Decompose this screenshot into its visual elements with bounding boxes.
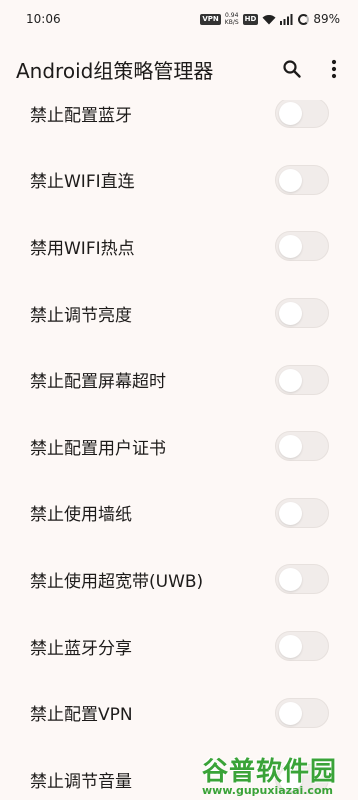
battery-icon xyxy=(298,13,310,25)
switch-knob xyxy=(279,302,302,326)
net-speed-indicator: 0.94 KB/S xyxy=(225,12,239,26)
toggle-switch[interactable] xyxy=(275,98,329,129)
toggle-switch[interactable] xyxy=(275,631,329,662)
signal-icon xyxy=(280,13,293,25)
toggle-switch[interactable] xyxy=(275,564,329,595)
switch-knob xyxy=(279,635,302,659)
status-icons: VPN 0.94 KB/S HD 89% xyxy=(200,12,340,26)
wifi-icon xyxy=(262,14,276,24)
list-item-wallpaper[interactable]: 禁止使用墙纸 xyxy=(0,480,358,547)
switch-knob xyxy=(279,435,302,459)
toggle-switch[interactable] xyxy=(275,231,329,262)
switch-knob xyxy=(279,102,302,126)
top-app-bar: Android组策略管理器 xyxy=(0,38,358,100)
toggle-switch[interactable] xyxy=(275,364,329,395)
net-speed-value: 0.94 xyxy=(225,12,239,19)
list-item-uwb[interactable]: 禁止使用超宽带(UWB) xyxy=(0,546,358,613)
watermark-url: www.gupuxiazai.com xyxy=(202,784,333,797)
net-speed-unit: KB/S xyxy=(224,19,239,26)
list-item-bluetooth-sharing[interactable]: 禁止蓝牙分享 xyxy=(0,613,358,680)
toggle-switch[interactable] xyxy=(275,497,329,528)
search-icon xyxy=(283,60,301,78)
list-item-wifi-direct[interactable]: 禁止WIFI直连 xyxy=(0,147,358,214)
more-vert-icon xyxy=(331,59,337,79)
switch-knob xyxy=(279,568,302,592)
switch-knob xyxy=(279,701,302,725)
status-time: 10:06 xyxy=(26,12,61,26)
status-bar: 10:06 VPN 0.94 KB/S HD 89% xyxy=(0,0,358,38)
list-item-vpn-config[interactable]: 禁止配置VPN xyxy=(0,679,358,746)
app-screen: 禁止配置蓝牙 禁止WIFI直连 禁用WIFI热点 禁止调节亮度 禁止配置屏幕超时… xyxy=(0,0,358,800)
list-item-user-certificates[interactable]: 禁止配置用户证书 xyxy=(0,413,358,480)
toggle-switch[interactable] xyxy=(275,431,329,462)
search-button[interactable] xyxy=(272,49,312,89)
switch-knob xyxy=(279,168,302,192)
watermark-name: 谷普软件园 xyxy=(202,757,338,787)
watermark-logo: 谷普软件园 www.gupuxiazai.com xyxy=(196,748,358,800)
switch-knob xyxy=(279,368,302,392)
switch-knob xyxy=(279,235,302,259)
toggle-switch[interactable] xyxy=(275,697,329,728)
list-item-brightness[interactable]: 禁止调节亮度 xyxy=(0,280,358,347)
toggle-switch[interactable] xyxy=(275,298,329,329)
toggle-switch[interactable] xyxy=(275,164,329,195)
vpn-icon: VPN xyxy=(200,13,221,25)
list-item-wifi-hotspot[interactable]: 禁用WIFI热点 xyxy=(0,213,358,280)
list-item-screen-timeout[interactable]: 禁止配置屏幕超时 xyxy=(0,346,358,413)
hd-icon: HD xyxy=(242,13,259,25)
switch-knob xyxy=(279,501,302,525)
app-title: Android组策略管理器 xyxy=(16,58,214,83)
settings-list[interactable]: 禁止配置蓝牙 禁止WIFI直连 禁用WIFI热点 禁止调节亮度 禁止配置屏幕超时… xyxy=(0,80,358,800)
battery-percentage: 89% xyxy=(313,12,340,26)
more-options-button[interactable] xyxy=(314,49,354,89)
